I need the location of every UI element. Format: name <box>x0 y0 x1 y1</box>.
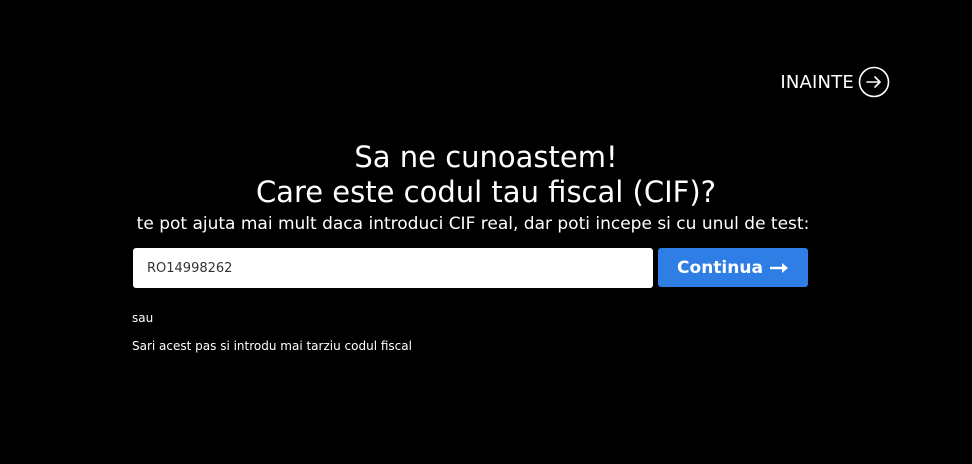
cif-input[interactable] <box>133 248 653 288</box>
skip-step-link[interactable]: Sari acest pas si introdu mai tarziu cod… <box>132 339 412 353</box>
page: INAINTE Sa ne cunoastem! Care este codul… <box>0 0 972 464</box>
cif-form: Continua <box>133 248 808 288</box>
subtitle: te pot ajuta mai mult daca introduci CIF… <box>136 214 810 234</box>
or-text: sau <box>132 311 154 325</box>
arrow-right-icon <box>769 261 789 275</box>
arrow-circle-right-icon <box>858 66 890 98</box>
continue-button[interactable]: Continua <box>658 248 808 287</box>
page-title: Sa ne cunoastem! Care este codul tau fis… <box>0 140 972 210</box>
continue-button-label: Continua <box>677 257 763 278</box>
title-line-2: Care este codul tau fiscal (CIF)? <box>255 175 717 209</box>
next-button[interactable]: INAINTE <box>780 66 890 98</box>
next-label: INAINTE <box>780 71 854 93</box>
title-line-1: Sa ne cunoastem! <box>354 140 618 174</box>
